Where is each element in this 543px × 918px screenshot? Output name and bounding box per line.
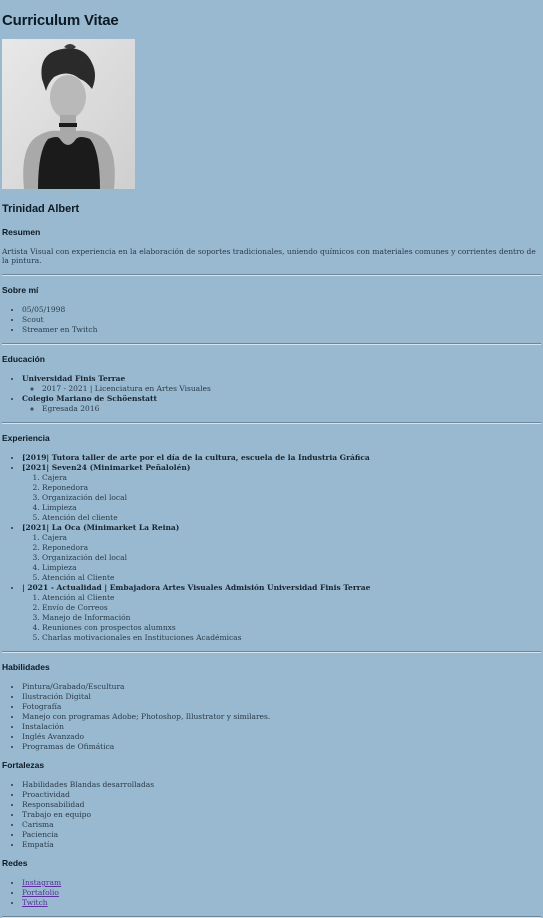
divider: [2, 343, 541, 345]
list-item: Inglés Avanzado: [22, 732, 541, 742]
list-item: Streamer en Twitch: [22, 325, 541, 335]
list-item: Programas de Ofimática: [22, 742, 541, 752]
social-heading: Redes: [2, 858, 28, 868]
cv-page: Curriculum Vitae Trinidad Albert Resumen…: [0, 0, 543, 918]
social-list: Instagram Portafolio Twitch: [2, 878, 541, 908]
list-item: 05/05/1998: [22, 305, 541, 315]
list-item: Manejo de Información: [42, 613, 541, 623]
strengths-heading: Fortalezas: [2, 760, 45, 770]
strengths-list: Habilidades Blandas desarrolladas Proact…: [2, 780, 541, 850]
list-item: Scout: [22, 315, 541, 325]
list-item: Reuniones con prospectos alumnxs: [42, 623, 541, 633]
list-item: Atención al Cliente: [42, 573, 541, 583]
list-item: | 2021 - Actualidad | Embajadora Artes V…: [22, 583, 541, 643]
list-item: Twitch: [22, 898, 541, 908]
divider: [2, 274, 541, 276]
list-item: Envío de Correos: [42, 603, 541, 613]
summary-heading: Resumen: [2, 227, 41, 237]
list-item: Limpieza: [42, 503, 541, 513]
education-heading: Educación: [2, 354, 45, 364]
skills-list: Pintura/Grabado/Escultura Ilustración Di…: [2, 682, 541, 752]
experience-list: [2019| Tutora taller de arte por el día …: [2, 453, 541, 643]
about-heading: Sobre mí: [2, 285, 39, 295]
divider: [2, 651, 541, 653]
divider: [2, 422, 541, 424]
list-item: [2021| Seven24 (Minimarket Peñalolén) Ca…: [22, 463, 541, 523]
list-item: Atención del cliente: [42, 513, 541, 523]
list-item: Carisma: [22, 820, 541, 830]
skills-heading: Habilidades: [2, 662, 50, 672]
list-item: Instagram: [22, 878, 541, 888]
about-list: 05/05/1998 Scout Streamer en Twitch: [2, 305, 541, 335]
job-title: [2019| Tutora taller de arte por el día …: [22, 453, 370, 462]
list-item: Ilustración Digital: [22, 692, 541, 702]
list-item: Organización del local: [42, 493, 541, 503]
list-item: Habilidades Blandas desarrolladas: [22, 780, 541, 790]
education-list: Universidad Finis Terrae 2017 - 2021 | L…: [2, 374, 541, 414]
list-item: Egresada 2016: [42, 404, 541, 414]
list-item: Charlas motivacionales en Instituciones …: [42, 633, 541, 643]
summary-text: Artista Visual con experiencia en la ela…: [2, 247, 536, 265]
list-item: Trabajo en equipo: [22, 810, 541, 820]
page-title: Curriculum Vitae: [2, 12, 119, 29]
list-item: Empatía: [22, 840, 541, 850]
list-item: 2017 - 2021 | Licenciatura en Artes Visu…: [42, 384, 541, 394]
job-title: [2021| La Oca (Minimarket La Reina): [22, 523, 180, 532]
list-item: Cajera: [42, 533, 541, 543]
list-item: Reponedora: [42, 483, 541, 493]
list-item: [2019| Tutora taller de arte por el día …: [22, 453, 541, 463]
list-item: Responsabilidad: [22, 800, 541, 810]
person-name: Trinidad Albert: [2, 203, 80, 215]
list-item: Universidad Finis Terrae 2017 - 2021 | L…: [22, 374, 541, 394]
list-item: Fotografía: [22, 702, 541, 712]
list-item: Cajera: [42, 473, 541, 483]
list-item: Limpieza: [42, 563, 541, 573]
list-item: Manejo con programas Adobe; Photoshop, I…: [22, 712, 541, 722]
list-item: Paciencia: [22, 830, 541, 840]
twitch-link[interactable]: Twitch: [22, 898, 48, 907]
list-item: Portafolio: [22, 888, 541, 898]
job-title: | 2021 - Actualidad | Embajadora Artes V…: [22, 583, 371, 592]
list-item: Reponedora: [42, 543, 541, 553]
list-item: Proactividad: [22, 790, 541, 800]
job-title: [2021| Seven24 (Minimarket Peñalolén): [22, 463, 191, 472]
list-item: Instalación: [22, 722, 541, 732]
list-item: Colegio Mariano de Schöenstatt Egresada …: [22, 394, 541, 414]
list-item: [2021| La Oca (Minimarket La Reina) Caje…: [22, 523, 541, 583]
instagram-link[interactable]: Instagram: [22, 878, 61, 887]
profile-photo: [2, 39, 135, 189]
list-item: Pintura/Grabado/Escultura: [22, 682, 541, 692]
list-item: Atención al Cliente: [42, 593, 541, 603]
experience-heading: Experiencia: [2, 433, 50, 443]
school-name: Colegio Mariano de Schöenstatt: [22, 394, 157, 403]
school-name: Universidad Finis Terrae: [22, 374, 126, 383]
portfolio-link[interactable]: Portafolio: [22, 888, 59, 897]
list-item: Organización del local: [42, 553, 541, 563]
